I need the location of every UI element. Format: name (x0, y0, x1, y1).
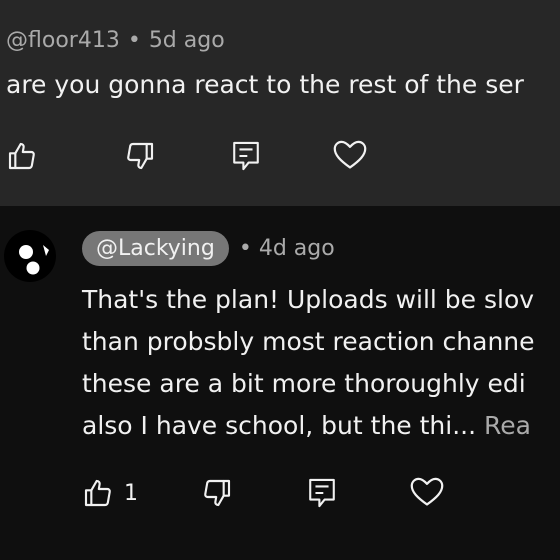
thumbs-down-icon (127, 142, 154, 170)
heart-button[interactable] (332, 138, 368, 172)
reply-line-last: also I have school, but the thi... Rea (82, 405, 535, 447)
heart-icon (410, 477, 444, 506)
reply-icon (309, 478, 335, 508)
like-button[interactable] (6, 140, 38, 172)
meta-separator: • (127, 28, 141, 53)
comment-text: are you gonna react to the rest of the s… (6, 70, 524, 99)
reply-line: also I have school, but the thi... (82, 411, 477, 440)
parent-comment: @floor413 • 5d ago are you gonna react to … (0, 0, 560, 206)
dislike-button[interactable] (124, 140, 156, 172)
avatar-logo (19, 245, 49, 275)
thumbs-up-icon (84, 479, 111, 507)
reply-dislike-button[interactable] (201, 477, 233, 509)
reply-meta: @Lackying • 4d ago (82, 231, 335, 266)
reply-text: That's the plan! Uploads will be slov th… (82, 279, 535, 447)
thumbs-down-icon (204, 479, 231, 507)
reply-time: 4d ago (258, 236, 335, 261)
comment-author[interactable]: @floor413 (6, 28, 120, 53)
reply-time-wrap: • 4d ago (239, 236, 335, 261)
avatar[interactable] (4, 230, 56, 282)
heart-icon (333, 140, 367, 169)
read-more-link[interactable]: Rea (476, 411, 531, 440)
reply-line: these are a bit more thoroughly edi (82, 369, 526, 398)
reply-reply-button[interactable] (306, 476, 338, 510)
reply-line: than probsbly most reaction channe (82, 327, 535, 356)
reply-author-badge[interactable]: @Lackying (82, 231, 229, 266)
reply-line: That's the plan! Uploads will be slov (82, 285, 535, 314)
meta-separator: • (238, 236, 252, 261)
comment-meta: @floor413 • 5d ago (6, 28, 225, 53)
reply-button[interactable] (230, 139, 262, 173)
reply-icon (233, 141, 259, 171)
comment-time: 5d ago (148, 28, 225, 53)
thumbs-up-icon (8, 142, 35, 170)
like-count: 1 (124, 480, 138, 506)
reply-heart-button[interactable] (409, 475, 445, 509)
reply-like-button[interactable]: 1 (82, 477, 138, 509)
